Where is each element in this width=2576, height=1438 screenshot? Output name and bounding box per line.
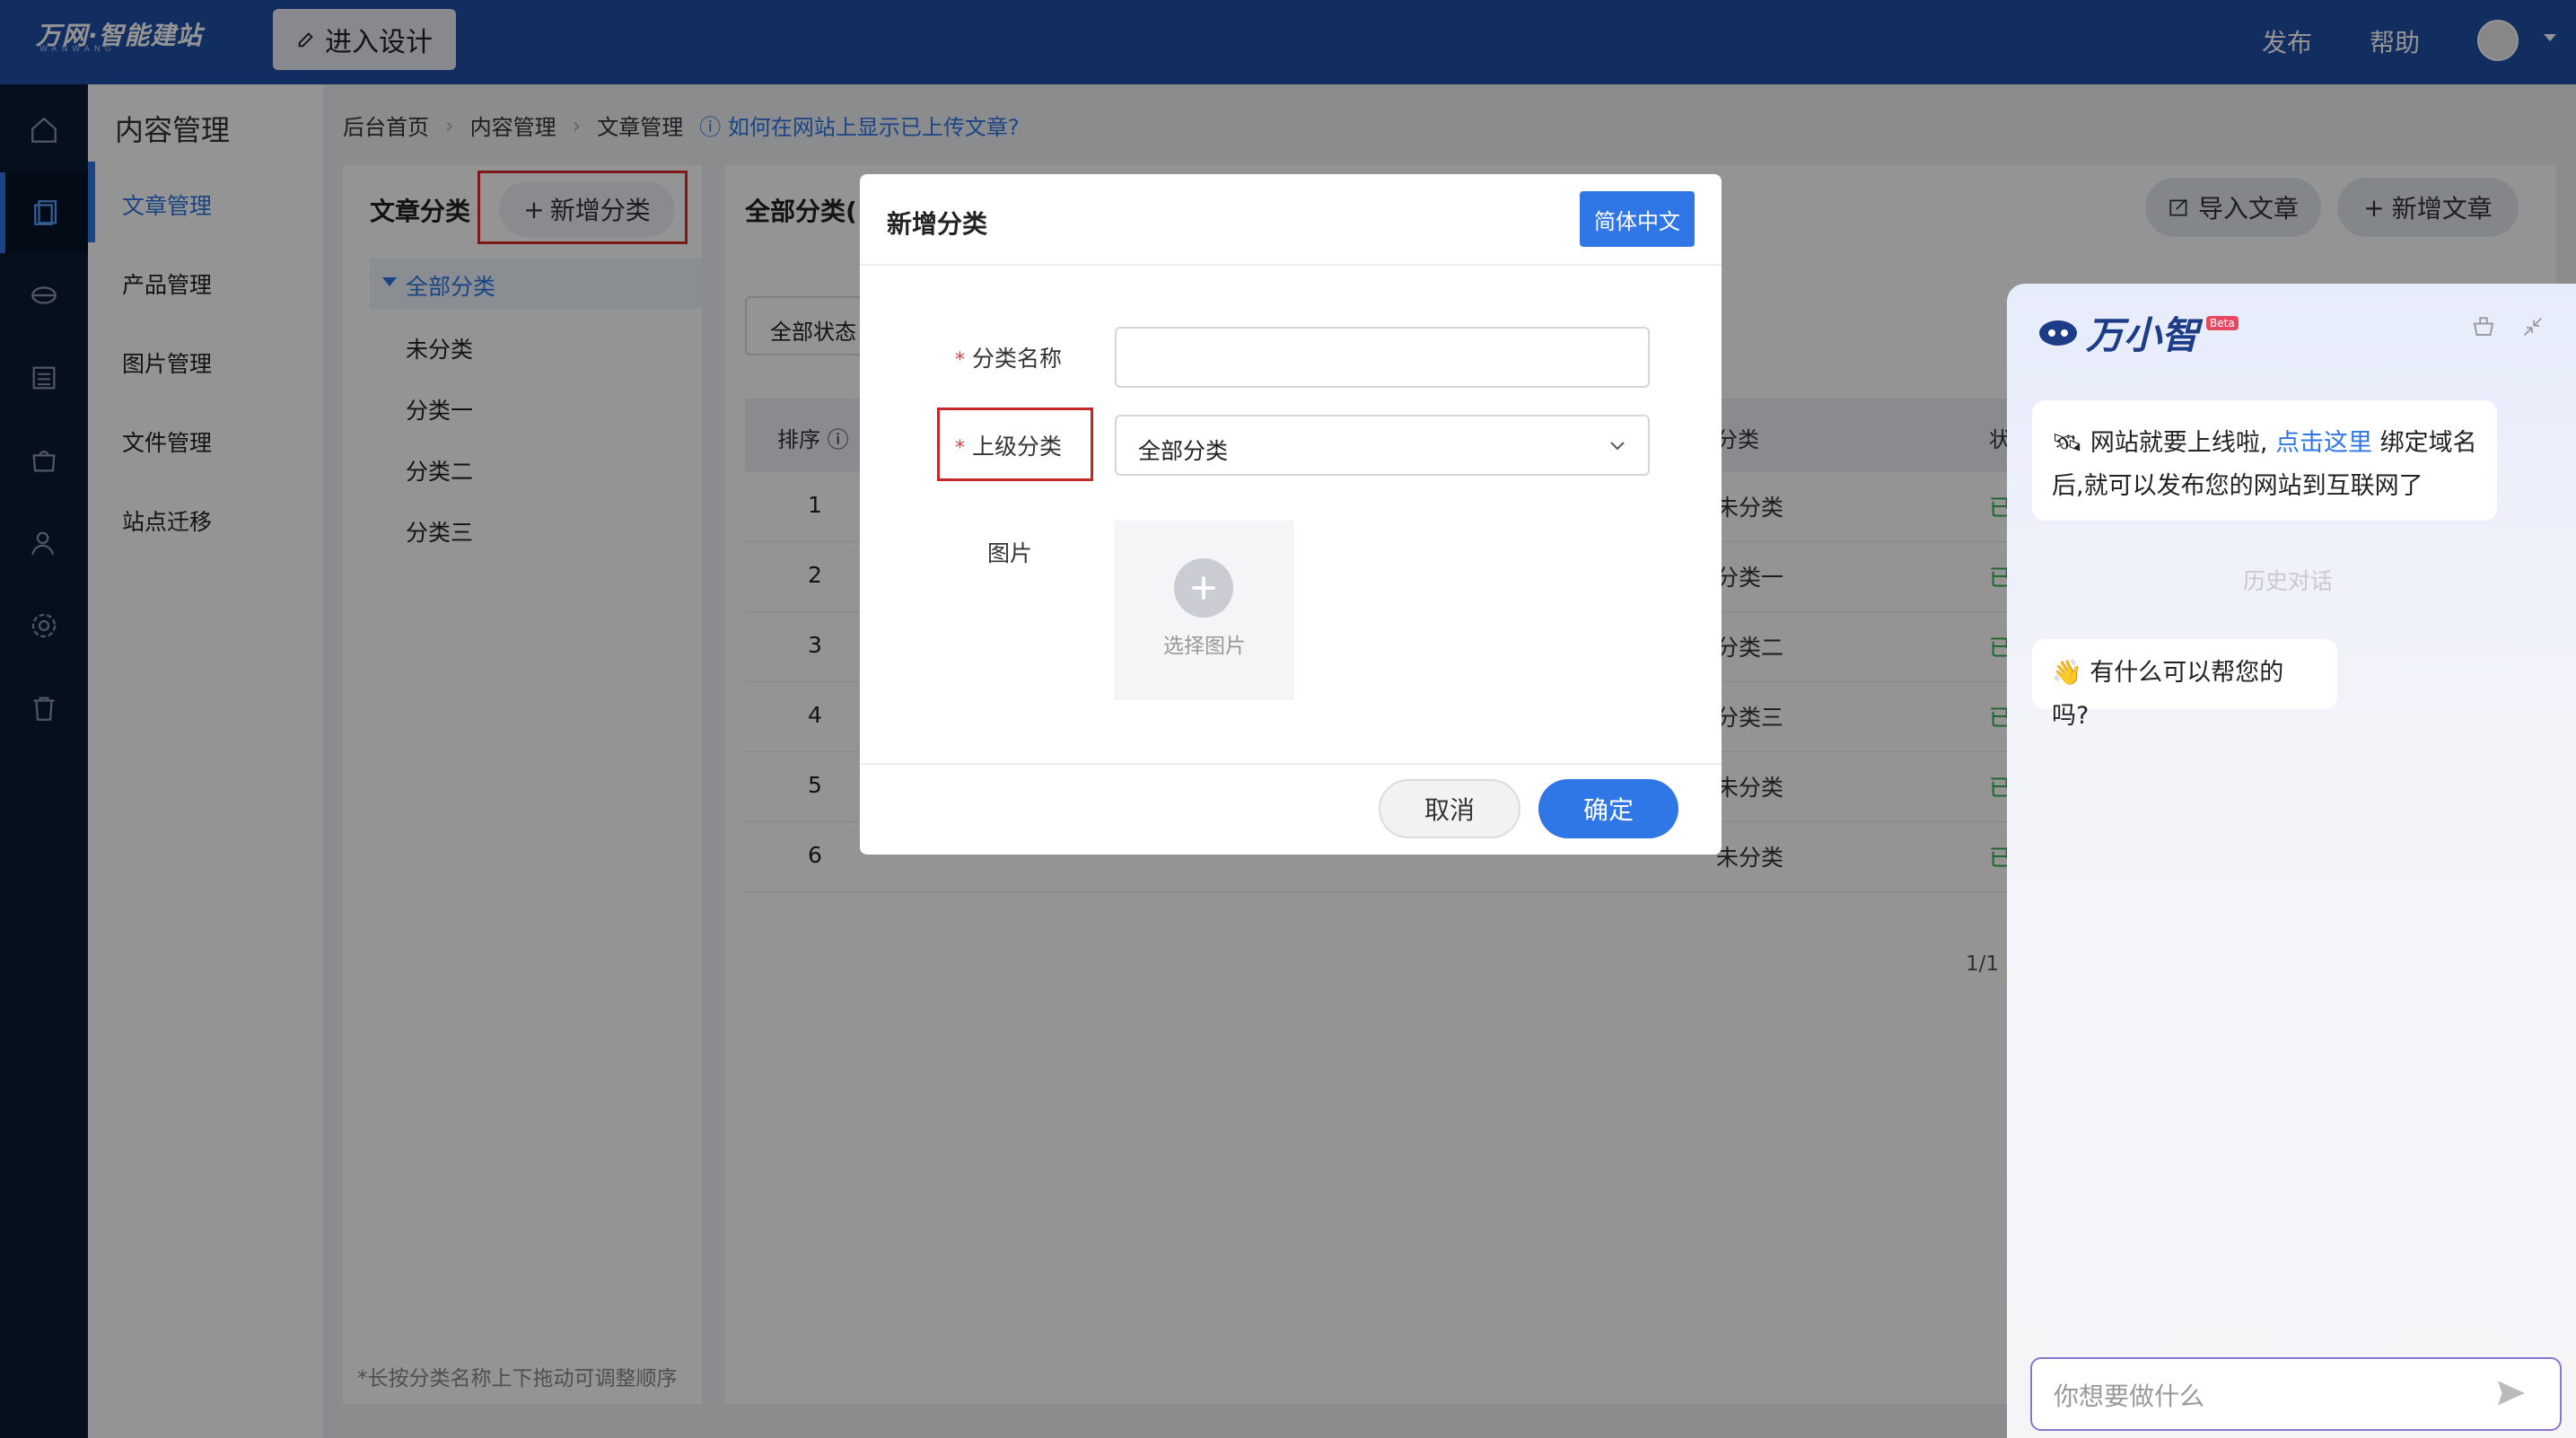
confirm-button[interactable]: 确定 <box>1538 779 1678 838</box>
assistant-logo: 万小智 Beta <box>2037 305 2239 360</box>
parent-category-select[interactable]: 全部分类 <box>1115 415 1650 476</box>
assistant-collapse-button[interactable] <box>2520 314 2545 343</box>
dialog-footer-divider <box>860 763 1722 765</box>
beta-badge: Beta <box>2206 315 2239 330</box>
chevron-down-icon[interactable] <box>1607 434 1628 460</box>
category-name-input[interactable] <box>1115 327 1650 388</box>
required-mark: * <box>955 437 965 460</box>
rocket-icon: 🛰 <box>2052 429 2083 457</box>
robot-icon <box>2039 320 2077 346</box>
image-label: 图片 <box>987 540 1033 566</box>
parent-category-label: * 上级分类 <box>955 429 1062 461</box>
history-separator[interactable]: 历史对话 <box>2032 564 2544 596</box>
select-image-label[interactable]: 选择图片 <box>1115 628 1294 659</box>
message-text: 网站就要上线啦, <box>2090 429 2268 457</box>
collapse-icon <box>2524 318 2542 336</box>
wave-icon: 👋 <box>2052 659 2082 687</box>
assistant-input[interactable]: 你想要做什么 <box>2030 1357 2562 1431</box>
add-category-dialog <box>860 174 1722 855</box>
category-name-label: * 分类名称 <box>955 341 1062 373</box>
assistant-brand: 万小智 <box>2086 313 2200 357</box>
category-name-label-text: 分类名称 <box>972 346 1063 372</box>
send-icon <box>2498 1381 2525 1406</box>
dialog-divider <box>860 264 1722 266</box>
plus-icon[interactable] <box>1174 558 1233 618</box>
language-button[interactable]: 简体中文 <box>1580 191 1695 247</box>
assistant-message-greeting: 👋 有什么可以帮您的吗? <box>2032 639 2337 730</box>
bind-domain-link[interactable]: 点击这里 <box>2275 429 2372 457</box>
broom-icon <box>2473 317 2494 336</box>
required-mark: * <box>955 349 965 372</box>
assistant-clear-button[interactable] <box>2470 312 2497 343</box>
assistant-message-domain: 🛰 网站就要上线啦, 点击这里 绑定域名后,就可以发布您的网站到互联网了 <box>2032 400 2497 521</box>
cancel-button[interactable]: 取消 <box>1379 779 1520 838</box>
parent-category-label-text: 上级分类 <box>972 434 1063 460</box>
send-button[interactable] <box>2495 1377 2528 1413</box>
dialog-title: 新增分类 <box>887 209 988 239</box>
